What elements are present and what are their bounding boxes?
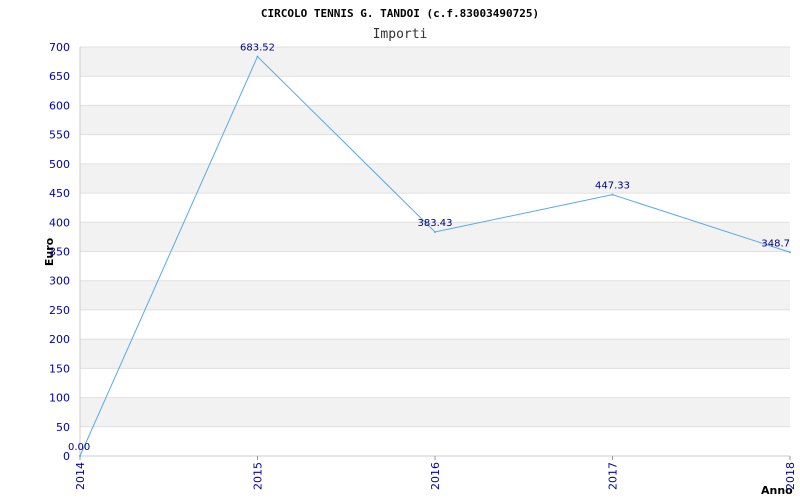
grid-band (80, 105, 790, 135)
data-point (434, 230, 436, 233)
data-label: 383.43 (418, 218, 453, 229)
y-tick-label: 700 (49, 41, 70, 54)
y-tick-label: 500 (49, 158, 70, 171)
x-tick-labels: 2014 2015 2016 2017 2018 (74, 456, 797, 490)
data-label: 0.00 (68, 442, 90, 453)
y-tick-label: 200 (49, 333, 70, 346)
x-tick-label: 2015 (252, 462, 265, 490)
grid-band (80, 163, 790, 194)
y-tick-label: 400 (49, 216, 70, 229)
data-point (79, 455, 81, 457)
data-point (611, 193, 614, 196)
y-tick-label: 450 (49, 187, 70, 200)
chart-title: CIRCOLO TENNIS G. TANDOI (c.f.8300349072… (261, 7, 539, 20)
grid-band (80, 280, 790, 310)
y-tick-label: 300 (49, 275, 70, 288)
x-tick-label: 2016 (429, 462, 442, 490)
grid-band (80, 397, 790, 427)
x-axis-title: Anno (761, 484, 793, 497)
x-tick-label: 2014 (74, 462, 87, 490)
data-label: 683.52 (240, 43, 275, 54)
line-chart: 0501001502002503003504004505005506006507… (43, 7, 797, 497)
data-label: 348.7 (761, 238, 790, 249)
y-tick-label: 550 (49, 129, 70, 142)
x-tick-label: 2017 (607, 462, 620, 490)
grid-band (80, 47, 790, 77)
y-tick-label: 650 (49, 70, 70, 83)
y-tick-label: 100 (49, 392, 70, 405)
data-point (256, 55, 259, 58)
chart-subtitle: Importi (373, 27, 428, 42)
y-tick-label: 600 (49, 99, 70, 112)
y-tick-label: 150 (49, 362, 70, 375)
data-point (789, 251, 791, 254)
y-axis-title: Euro (43, 237, 56, 266)
grid-band (80, 339, 790, 369)
y-tick-label: 50 (56, 421, 70, 434)
data-label: 447.33 (595, 181, 630, 192)
y-tick-label: 250 (49, 304, 70, 317)
grid-bands (80, 47, 790, 427)
